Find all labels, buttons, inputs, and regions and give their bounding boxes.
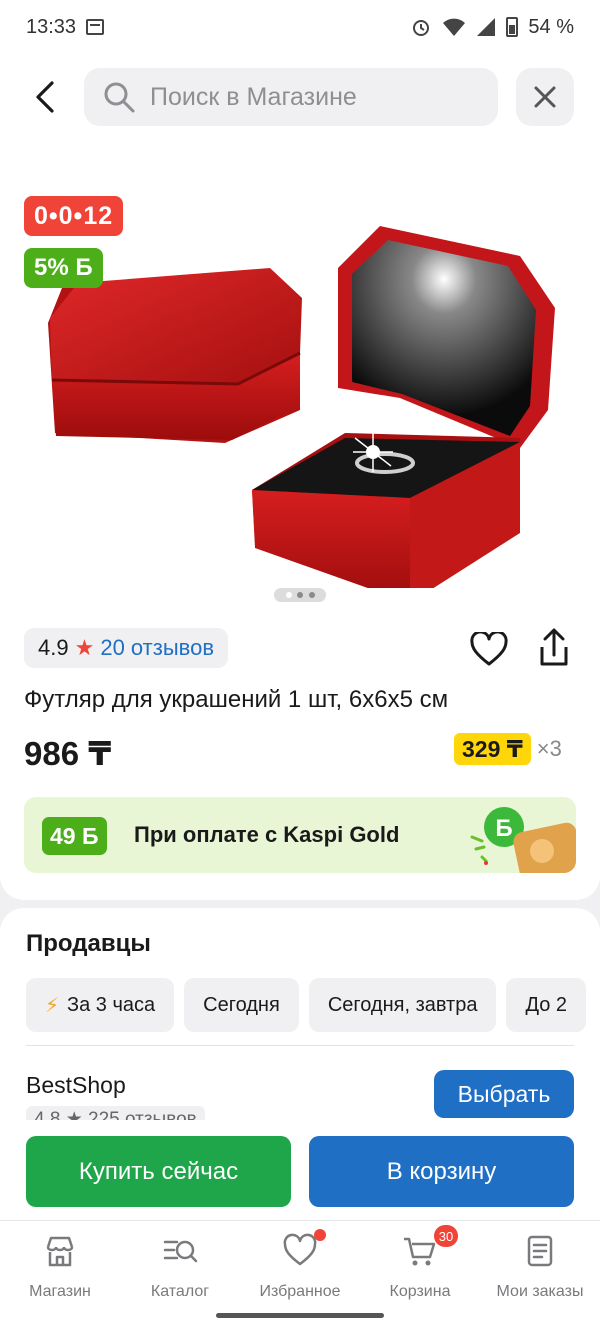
status-indicators: 54 %: [410, 16, 574, 39]
tab-label: Корзина: [389, 1283, 451, 1300]
pagination-dot: [297, 592, 303, 598]
select-seller-button[interactable]: Выбрать: [434, 1070, 574, 1118]
catalog-icon: [163, 1240, 198, 1263]
cart-icon-wrapper: 30: [402, 1225, 458, 1269]
purchase-actions: Купить сейчас В корзину: [0, 1120, 600, 1220]
calendar-icon: [86, 19, 105, 35]
search-placeholder: Поиск в Магазине: [150, 82, 357, 111]
cart-count-badge: 30: [434, 1225, 458, 1247]
pagination-dot-active: [285, 592, 292, 598]
tab-label: Каталог: [150, 1283, 210, 1300]
tab-label: Магазин: [29, 1283, 91, 1300]
tab-catalog[interactable]: Каталог: [120, 1233, 240, 1303]
add-to-cart-button[interactable]: В корзину: [309, 1136, 574, 1207]
status-bar: 13:33 54 %: [0, 0, 600, 54]
sellers-title: Продавцы: [26, 930, 151, 957]
chip-3-hours[interactable]: ⚡ За 3 часа: [26, 978, 175, 1032]
tab-orders[interactable]: Мои заказы: [480, 1233, 600, 1303]
heart-icon: [470, 630, 508, 666]
signal-icon: [477, 18, 496, 36]
chip-label: За 3 часа: [67, 993, 156, 1016]
heart-icon: [283, 1233, 317, 1266]
battery-level: 54 %: [528, 15, 574, 38]
gold-banner-text: При оплате с Kaspi Gold: [134, 822, 400, 847]
header: Поиск в Магазине: [0, 68, 600, 126]
tab-cart[interactable]: 30 Корзина: [360, 1225, 480, 1303]
favorite-button[interactable]: [470, 630, 510, 672]
share-button[interactable]: [536, 628, 576, 672]
installment-info[interactable]: 329 ₸ ×3: [454, 733, 562, 765]
close-button[interactable]: [516, 68, 574, 126]
divider: [26, 1045, 574, 1046]
gold-bonus-badge: 49 Б: [42, 817, 107, 855]
delivery-filter-chips: ⚡ За 3 часа Сегодня Сегодня, завтра До 2: [26, 978, 600, 1032]
chevron-left-icon: [36, 81, 54, 113]
cart-icon: [404, 1237, 436, 1266]
chip-today[interactable]: Сегодня: [184, 978, 299, 1032]
alarm-icon: [413, 20, 430, 36]
battery-icon: [506, 17, 519, 37]
seller-name[interactable]: BestShop: [26, 1072, 126, 1099]
heart-icon-wrapper: [282, 1229, 326, 1269]
chip-label: Сегодня: [203, 993, 280, 1016]
close-icon: [534, 86, 556, 108]
tab-shop[interactable]: Магазин: [0, 1233, 120, 1303]
share-icon: [540, 628, 568, 666]
image-pagination[interactable]: [274, 588, 326, 602]
tab-favorites[interactable]: Избранное: [240, 1229, 360, 1303]
back-button[interactable]: [24, 74, 66, 120]
star-icon: ★: [74, 635, 95, 660]
reviews-link[interactable]: 20 отзывов: [100, 635, 214, 661]
bonus-badge: 5% Б: [24, 248, 103, 288]
timer-badge: 0•0•12: [24, 196, 124, 236]
product-title: Футляр для украшений 1 шт, 6х6х5 см: [24, 686, 449, 713]
home-indicator[interactable]: [216, 1313, 384, 1318]
product-card: Поиск в Магазине 0•0•12 5% Б 4.9 ★ 20 от…: [0, 54, 600, 900]
tab-label: Мои заказы: [496, 1283, 584, 1300]
rating-chip[interactable]: 4.9 ★ 20 отзывов: [24, 628, 229, 668]
buy-now-button[interactable]: Купить сейчас: [26, 1136, 291, 1207]
favorites-notification-dot: [314, 1229, 326, 1241]
lightning-icon: ⚡: [45, 994, 60, 1017]
chip-up-to-2[interactable]: До 2: [506, 978, 587, 1032]
status-time: 13:33: [26, 15, 77, 38]
search-input[interactable]: Поиск в Магазине: [84, 68, 498, 126]
kaspi-gold-banner[interactable]: 49 Б При оплате с Kaspi Gold Б: [24, 797, 576, 873]
tab-label: Избранное: [259, 1283, 341, 1300]
chip-today-tomorrow[interactable]: Сегодня, завтра: [308, 978, 497, 1032]
shop-icon: [46, 1236, 74, 1267]
installment-amount: 329 ₸: [454, 733, 531, 765]
chip-label: До 2: [525, 993, 568, 1016]
kaspi-gold-card-icon: Б: [470, 807, 576, 873]
search-icon: [104, 82, 135, 113]
chip-label: Сегодня, завтра: [327, 993, 478, 1016]
svg-text:Б: Б: [495, 815, 512, 842]
orders-icon: [527, 1235, 553, 1267]
wifi-icon: [443, 18, 466, 36]
product-price: 986 ₸: [24, 735, 112, 772]
pagination-dot: [308, 592, 315, 598]
installment-months: ×3: [536, 736, 562, 761]
rating-value: 4.9: [38, 635, 69, 660]
